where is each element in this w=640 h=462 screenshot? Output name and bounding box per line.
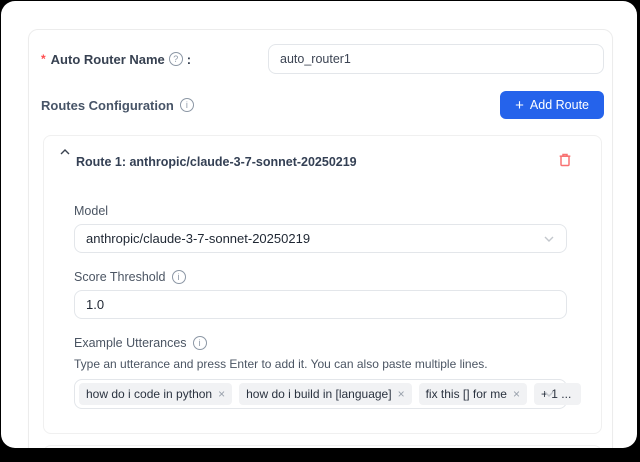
route-card-2: Route 2: azure_ai/gpt-4o [43, 445, 602, 448]
auto-router-name-row: * Auto Router Name ? : [41, 44, 604, 74]
label-colon: : [187, 52, 191, 67]
route-1-header[interactable]: Route 1: anthropic/claude-3-7-sonnet-202… [74, 136, 585, 171]
route-2-header[interactable]: Route 2: azure_ai/gpt-4o [74, 446, 585, 448]
model-select[interactable]: anthropic/claude-3-7-sonnet-20250219 [74, 224, 567, 253]
utterance-tag-label: how do i code in python [86, 387, 212, 401]
add-route-button[interactable]: + Add Route [500, 91, 604, 119]
more-tags-badge[interactable]: + 1 ... [534, 383, 581, 405]
utterance-tag: how do i build in [language] × [239, 383, 411, 405]
score-threshold-input[interactable] [74, 290, 567, 319]
utterances-helper-text: Type an utterance and press Enter to add… [74, 357, 585, 371]
utterance-tag-label: fix this [] for me [426, 387, 507, 401]
trash-icon[interactable] [557, 151, 573, 168]
required-asterisk: * [41, 52, 46, 66]
page: * Auto Router Name ? : Routes Configurat… [1, 1, 637, 448]
info-circle-icon[interactable]: i [172, 270, 186, 284]
add-route-button-label: Add Route [530, 98, 589, 112]
plus-icon: + [515, 98, 524, 113]
chevron-down-icon [543, 233, 555, 245]
route-1-title: Route 1: anthropic/claude-3-7-sonnet-202… [76, 149, 357, 169]
chevron-down-icon [543, 388, 555, 400]
remove-tag-icon[interactable]: × [398, 387, 405, 401]
route-card-1: Route 1: anthropic/claude-3-7-sonnet-202… [43, 135, 602, 434]
utterance-tag: fix this [] for me × [419, 383, 527, 405]
info-circle-icon[interactable]: i [180, 98, 194, 112]
routes-configuration-label-text: Routes Configuration [41, 98, 174, 113]
utterance-tag: how do i code in python × [79, 383, 232, 405]
utterance-tag-label: how do i build in [language] [246, 387, 391, 401]
auto-router-name-input[interactable] [268, 44, 604, 74]
info-circle-icon[interactable]: i [193, 336, 207, 350]
remove-tag-icon[interactable]: × [513, 387, 520, 401]
question-circle-icon[interactable]: ? [169, 52, 183, 66]
remove-tag-icon[interactable]: × [218, 387, 225, 401]
example-utterances-label: Example Utterances i [74, 336, 585, 350]
auto-router-form-card: * Auto Router Name ? : Routes Configurat… [28, 29, 613, 448]
auto-router-name-label: * Auto Router Name ? : [41, 52, 191, 67]
model-label: Model [74, 204, 585, 218]
chevron-up-icon[interactable] [59, 146, 71, 158]
routes-configuration-header: Routes Configuration i + Add Route [41, 91, 604, 119]
utterances-multiselect[interactable]: how do i code in python × how do i build… [74, 379, 567, 409]
routes-configuration-label: Routes Configuration i [41, 98, 194, 113]
model-select-value: anthropic/claude-3-7-sonnet-20250219 [86, 231, 310, 246]
score-threshold-label: Score Threshold i [74, 270, 585, 284]
auto-router-name-label-text: Auto Router Name [51, 52, 165, 67]
